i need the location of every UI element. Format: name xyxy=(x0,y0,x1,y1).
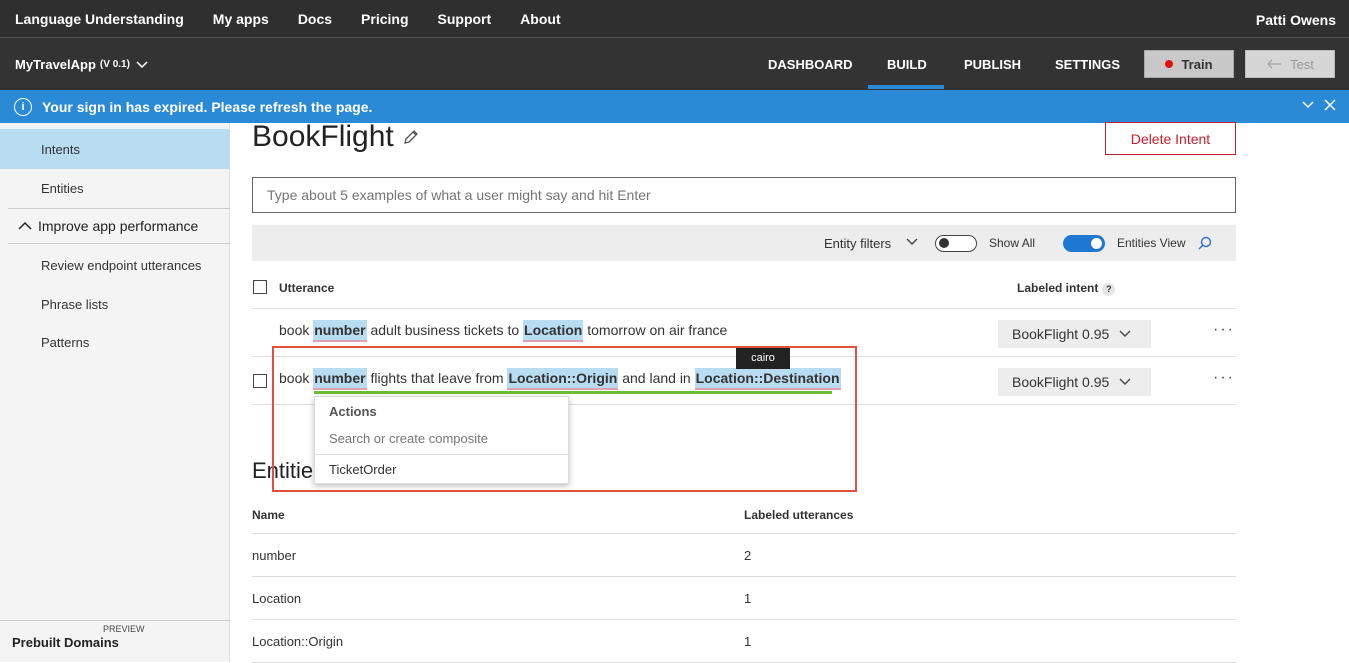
nav-my-apps[interactable]: My apps xyxy=(213,11,269,27)
arrow-left-icon xyxy=(1267,59,1282,69)
entities-view-toggle[interactable] xyxy=(1063,235,1105,252)
nav-support[interactable]: Support xyxy=(438,11,492,27)
close-icon[interactable] xyxy=(1323,98,1337,112)
nav-pricing[interactable]: Pricing xyxy=(361,11,408,27)
entity-label[interactable]: Location xyxy=(523,320,584,342)
entity-filters-dropdown[interactable]: Entity filters xyxy=(824,236,891,251)
filter-bar: Entity filters Show All Entities View xyxy=(252,225,1236,261)
chevron-down-icon xyxy=(1119,330,1131,337)
show-all-label: Show All xyxy=(989,236,1036,250)
test-button[interactable]: Test xyxy=(1245,50,1335,78)
entity-label[interactable]: number xyxy=(313,320,367,342)
utterance-text[interactable]: book number adult business tickets to Lo… xyxy=(279,320,727,342)
nav-language-understanding[interactable]: Language Understanding xyxy=(15,11,184,27)
chevron-down-icon xyxy=(1119,378,1131,385)
utterance-input[interactable] xyxy=(252,177,1236,213)
status-dot-icon xyxy=(1165,60,1174,68)
intent-dropdown[interactable]: BookFlight 0.95 xyxy=(998,320,1151,348)
prebuilt-label: Prebuilt Domains xyxy=(12,635,119,650)
search-icon[interactable] xyxy=(1198,236,1212,250)
tab-dashboard[interactable]: DASHBOARD xyxy=(768,57,853,72)
entity-name[interactable]: Location::Origin xyxy=(252,634,343,649)
show-all-toggle[interactable] xyxy=(935,235,977,252)
intent-dropdown[interactable]: BookFlight 0.95 xyxy=(998,368,1151,396)
tab-build[interactable]: BUILD xyxy=(887,57,927,72)
chevron-down-icon xyxy=(136,60,148,68)
session-banner: i Your sign in has expired. Please refre… xyxy=(0,90,1349,123)
user-name[interactable]: Patti Owens xyxy=(1256,12,1336,28)
more-options-icon[interactable]: ··· xyxy=(1213,321,1235,339)
tab-publish[interactable]: PUBLISH xyxy=(964,57,1021,72)
intent-value: BookFlight 0.95 xyxy=(1012,374,1110,390)
select-all-checkbox[interactable] xyxy=(253,280,267,294)
sidebar-group-improve[interactable]: Improve app performance xyxy=(8,208,230,244)
active-tab-indicator xyxy=(868,85,944,89)
pencil-icon[interactable] xyxy=(402,128,420,146)
entity-count: 2 xyxy=(744,548,752,563)
app-bar: MyTravelApp (V 0.1) DASHBOARD BUILD PUBL… xyxy=(0,38,1349,90)
help-icon: ? xyxy=(1102,282,1116,296)
banner-message: Your sign in has expired. Please refresh… xyxy=(42,98,373,115)
tab-settings[interactable]: SETTINGS xyxy=(1055,57,1120,72)
sidebar-item-review-endpoint[interactable]: Review endpoint utterances xyxy=(0,245,230,285)
delete-intent-button[interactable]: Delete Intent xyxy=(1105,122,1236,155)
app-name: MyTravelApp xyxy=(15,57,96,72)
page-title: BookFlight xyxy=(252,120,394,153)
intent-title: BookFlight xyxy=(252,120,420,154)
sidebar-item-entities[interactable]: Entities xyxy=(0,168,230,208)
sidebar-item-patterns[interactable]: Patterns xyxy=(0,322,230,362)
highlight-box xyxy=(272,346,857,492)
entity-name[interactable]: Location xyxy=(252,591,301,606)
sidebar-item-phrase-lists[interactable]: Phrase lists xyxy=(0,284,230,324)
sidebar-group-label: Improve app performance xyxy=(38,218,199,234)
prebuilt-domains[interactable]: PREVIEW Prebuilt Domains xyxy=(0,620,230,662)
utterance-column-header: Utterance xyxy=(279,281,335,295)
labeled-intent-column-header: Labeled intent? xyxy=(1017,281,1116,296)
preview-badge: PREVIEW xyxy=(103,624,145,634)
app-version: (V 0.1) xyxy=(99,59,130,70)
chevron-down-icon[interactable] xyxy=(1301,98,1315,112)
utterance-table-header: Utterance Labeled intent? xyxy=(252,271,1236,309)
more-options-icon[interactable]: ··· xyxy=(1213,369,1235,387)
top-nav: Language Understanding My apps Docs Pric… xyxy=(0,0,1349,38)
chevron-down-icon[interactable] xyxy=(906,238,918,246)
test-label: Test xyxy=(1290,56,1314,72)
sidebar-item-intents[interactable]: Intents xyxy=(0,129,230,169)
nav-docs[interactable]: Docs xyxy=(298,11,332,27)
entity-count: 1 xyxy=(744,634,752,649)
table-row[interactable]: Location 1 xyxy=(252,577,1236,620)
intent-value: BookFlight 0.95 xyxy=(1012,326,1110,342)
row-checkbox[interactable] xyxy=(253,374,267,388)
entity-name[interactable]: number xyxy=(252,548,296,563)
nav-about[interactable]: About xyxy=(520,11,560,27)
info-icon: i xyxy=(14,97,32,116)
train-label: Train xyxy=(1181,56,1213,72)
chevron-up-icon xyxy=(18,221,32,230)
train-button[interactable]: Train xyxy=(1144,50,1234,78)
table-row[interactable]: number 2 xyxy=(252,534,1236,577)
entities-table-header: Name Labeled utterances xyxy=(252,499,1236,534)
app-selector[interactable]: MyTravelApp (V 0.1) xyxy=(15,57,148,72)
sidebar: Intents Entities Improve app performance… xyxy=(0,123,230,662)
entity-count: 1 xyxy=(744,591,752,606)
name-column-header: Name xyxy=(252,508,285,522)
table-row[interactable]: Location::Origin 1 xyxy=(252,620,1236,663)
labeled-utterances-column-header: Labeled utterances xyxy=(744,508,854,522)
entities-view-label: Entities View xyxy=(1117,236,1186,250)
